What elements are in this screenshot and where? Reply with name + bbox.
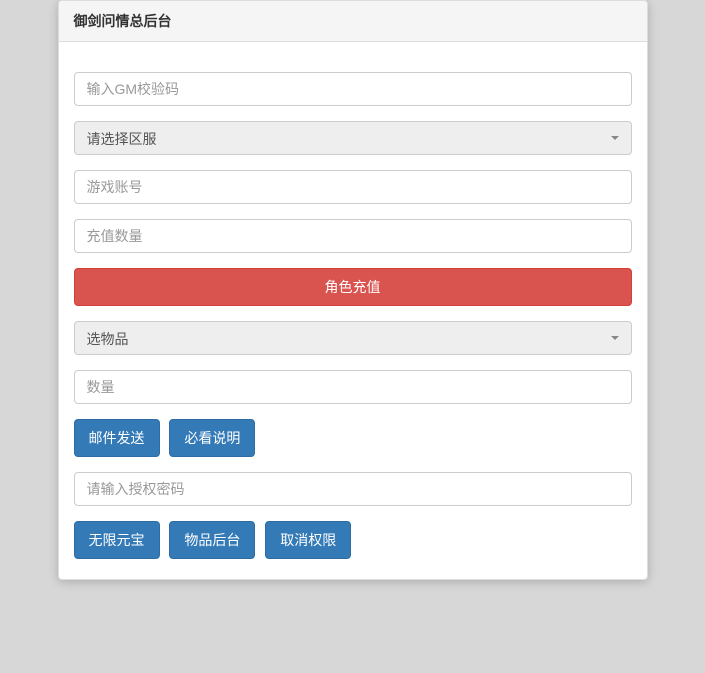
quantity-input[interactable] (74, 370, 632, 404)
item-backend-button[interactable]: 物品后台 (169, 521, 255, 559)
recharge-amount-input[interactable] (74, 219, 632, 253)
mail-button-row: 邮件发送 必看说明 (74, 419, 632, 457)
must-read-button[interactable]: 必看说明 (169, 419, 255, 457)
game-account-input[interactable] (74, 170, 632, 204)
gm-code-input[interactable] (74, 72, 632, 106)
item-select-text: 选物品 (75, 322, 631, 356)
chevron-down-icon (611, 336, 619, 340)
item-select[interactable]: 选物品 (74, 321, 632, 355)
unlimited-gold-button[interactable]: 无限元宝 (74, 521, 160, 559)
role-recharge-button[interactable]: 角色充值 (74, 268, 632, 306)
server-select-text: 请选择区服 (75, 122, 631, 156)
chevron-down-icon (611, 136, 619, 140)
auth-password-input[interactable] (74, 472, 632, 506)
server-select[interactable]: 请选择区服 (74, 121, 632, 155)
main-panel: 御剑问情总后台 请选择区服 角色充值 选物品 邮件发送 必看说明 无限元宝 物品… (58, 0, 648, 580)
panel-body: 请选择区服 角色充值 选物品 邮件发送 必看说明 无限元宝 物品后台 取消权限 (59, 42, 647, 579)
panel-title: 御剑问情总后台 (59, 1, 647, 42)
send-mail-button[interactable]: 邮件发送 (74, 419, 160, 457)
permission-button-row: 无限元宝 物品后台 取消权限 (74, 521, 632, 559)
cancel-permission-button[interactable]: 取消权限 (265, 521, 351, 559)
